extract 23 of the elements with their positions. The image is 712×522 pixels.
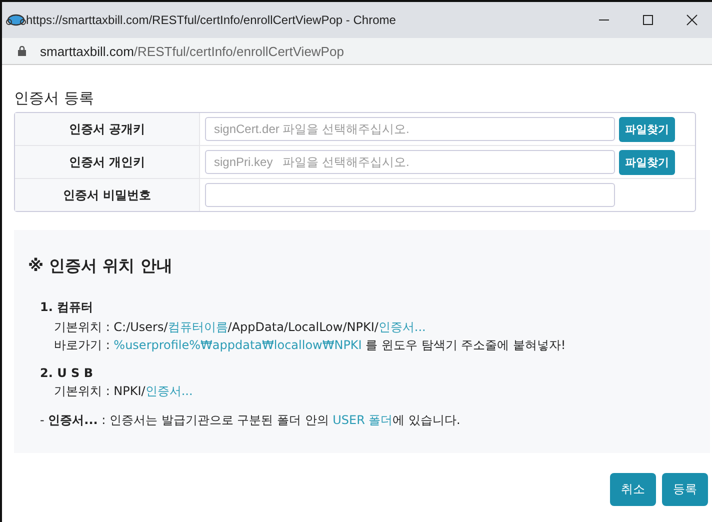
- lock-icon: [18, 46, 26, 56]
- guide-title: ※ 인증서 위치 안내: [28, 256, 174, 277]
- guide-line: 기본위치 : C:/Users/컴퓨터이름/AppData/LocalLow/NPKI/인증서...: [53, 319, 427, 336]
- field-label: 인증서 비밀번호: [15, 179, 200, 211]
- app-icon: [6, 13, 26, 27]
- dialog-button[interactable]: 취소: [610, 473, 656, 506]
- page-heading: 인증서 등록: [14, 89, 95, 108]
- field-label: 인증서 개인키: [15, 146, 200, 178]
- find-file-button[interactable]: 파일찾기: [619, 150, 675, 174]
- input-field[interactable]: signPri.key 파일을 선택해주십시오.: [205, 150, 615, 174]
- guide-note: - 인증서... : 인증서는 발급기관으로 구분된 폴더 안의 USER 폴더에 있습니다.: [40, 412, 462, 429]
- input-field[interactable]: signCert.der 파일을 선택해주십시오.: [205, 117, 615, 141]
- section-heading: 1. 컴퓨터: [40, 299, 94, 316]
- input-field[interactable]: [205, 183, 615, 207]
- find-file-button[interactable]: 파일찾기: [619, 116, 675, 142]
- window-title: https://smarttaxbill.com/RESTful/certInfo/enrollCertViewPop - Chrome: [26, 13, 396, 27]
- field-label: 인증서 공개키: [15, 113, 200, 145]
- close-icon[interactable]: [686, 14, 698, 26]
- guide-line: 기본위치 : NPKI/인증서...: [53, 383, 194, 400]
- guide-line: 바로가기 : %userprofile%₩appdata₩locallow₩NPKI 를 윈도우 탐색기 주소줄에 붙혀넣자!: [53, 337, 567, 354]
- maximize-icon[interactable]: [642, 14, 654, 26]
- dialog-button[interactable]: 등록: [662, 473, 708, 506]
- section-heading: 2. U S B: [40, 366, 94, 380]
